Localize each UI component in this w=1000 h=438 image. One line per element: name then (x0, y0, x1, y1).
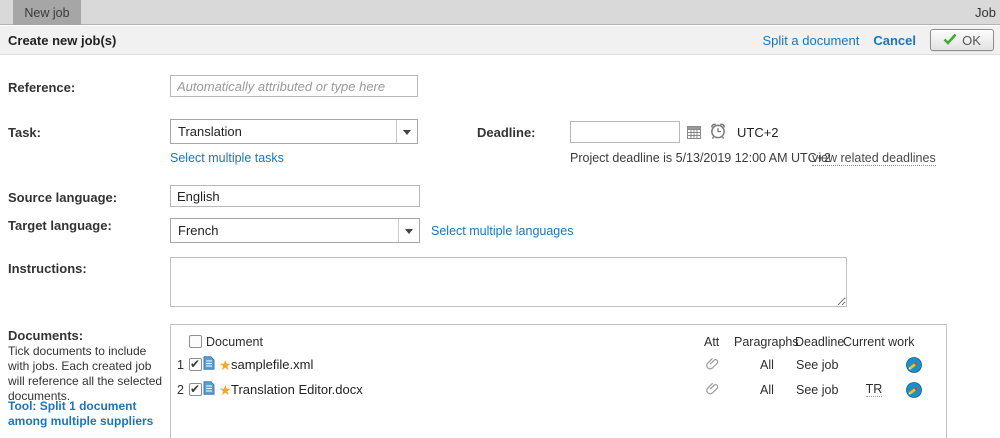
task-dropdown-button[interactable] (396, 120, 417, 143)
task-dropdown-value: Translation (171, 124, 396, 139)
target-language-value: French (171, 223, 398, 238)
timezone-label: UTC+2 (737, 125, 779, 140)
chevron-down-icon (405, 229, 413, 238)
document-checkbox[interactable] (189, 358, 202, 371)
select-multiple-tasks-link[interactable]: Select multiple tasks (170, 151, 284, 165)
chevron-down-icon (403, 130, 411, 139)
deadline-label: Deadline: (477, 125, 536, 140)
documents-help-text: Tick documents to include with jobs. Eac… (8, 344, 168, 404)
deadline-input[interactable] (570, 121, 680, 143)
reference-label: Reference: (8, 80, 75, 95)
documents-table: Document Att Paragraphs Deadline Current… (170, 324, 947, 438)
tab-bar: New job Job (0, 0, 1000, 25)
task-label: Task: (8, 125, 41, 140)
deadline-value: See job (796, 352, 838, 377)
paperclip-icon[interactable] (706, 377, 721, 402)
paperclip-icon[interactable] (706, 352, 721, 377)
star-icon[interactable]: ★ (219, 383, 232, 397)
document-icon (203, 356, 215, 373)
target-language-dropdown-button[interactable] (398, 219, 419, 242)
document-checkbox[interactable] (189, 383, 202, 396)
current-work-value[interactable]: TR (866, 382, 883, 397)
row-number: 1 (177, 352, 184, 377)
calendar-icon[interactable] (686, 124, 702, 140)
reference-input[interactable] (170, 75, 418, 97)
ok-button-label: OK (962, 33, 981, 48)
column-header-att: Att (704, 329, 719, 354)
table-row: 2 ★ Translation Editor.docx All See job … (171, 377, 946, 402)
check-icon (943, 33, 957, 48)
star-icon[interactable]: ★ (219, 358, 232, 372)
panel-header: Create new job(s) Split a document Cance… (0, 26, 1000, 55)
table-row: 1 ★ samplefile.xml All See job (171, 352, 946, 377)
page-title: Create new job(s) (0, 33, 116, 48)
select-multiple-languages-link[interactable]: Select multiple languages (431, 224, 573, 238)
split-document-tool-link[interactable]: Tool: Split 1 document among multiple su… (8, 399, 170, 429)
instructions-label: Instructions: (8, 261, 87, 276)
deadline-value: See job (796, 377, 838, 402)
project-deadline-note: Project deadline is 5/13/2019 12:00 AM U… (570, 151, 831, 165)
row-number: 2 (177, 377, 184, 402)
column-header-deadline: Deadline (795, 329, 844, 354)
source-language-label: Source language: (8, 190, 117, 205)
edit-icon[interactable] (906, 377, 922, 402)
create-job-panel: New job Job Create new job(s) Split a do… (0, 0, 1000, 438)
column-header-current-work: Current work (843, 329, 915, 354)
column-header-paragraphs: Paragraphs (734, 329, 799, 354)
ok-button[interactable]: OK (930, 29, 994, 51)
instructions-textarea[interactable] (170, 257, 847, 307)
clock-icon[interactable] (709, 122, 727, 140)
task-dropdown[interactable]: Translation (170, 119, 418, 144)
header-actions: Split a document Cancel OK (763, 29, 1000, 51)
document-name[interactable]: Translation Editor.docx (231, 377, 363, 402)
target-language-label: Target language: (8, 218, 112, 233)
column-header-document: Document (206, 329, 263, 354)
split-document-link[interactable]: Split a document (763, 33, 860, 48)
documents-label: Documents: (8, 328, 83, 343)
tab-new-job[interactable]: New job (13, 0, 81, 25)
document-name[interactable]: samplefile.xml (231, 352, 313, 377)
edit-icon[interactable] (906, 352, 922, 377)
job-panel-label: Job (975, 0, 996, 25)
source-language-input[interactable] (170, 185, 420, 207)
select-all-checkbox[interactable] (189, 335, 202, 348)
documents-table-header: Document Att Paragraphs Deadline Current… (171, 329, 946, 354)
paragraphs-value: All (736, 352, 798, 377)
target-language-dropdown[interactable]: French (170, 218, 420, 243)
view-related-deadlines-link[interactable]: view related deadlines (812, 151, 936, 166)
cancel-button[interactable]: Cancel (873, 33, 916, 48)
document-icon (203, 381, 215, 398)
paragraphs-value: All (736, 377, 798, 402)
